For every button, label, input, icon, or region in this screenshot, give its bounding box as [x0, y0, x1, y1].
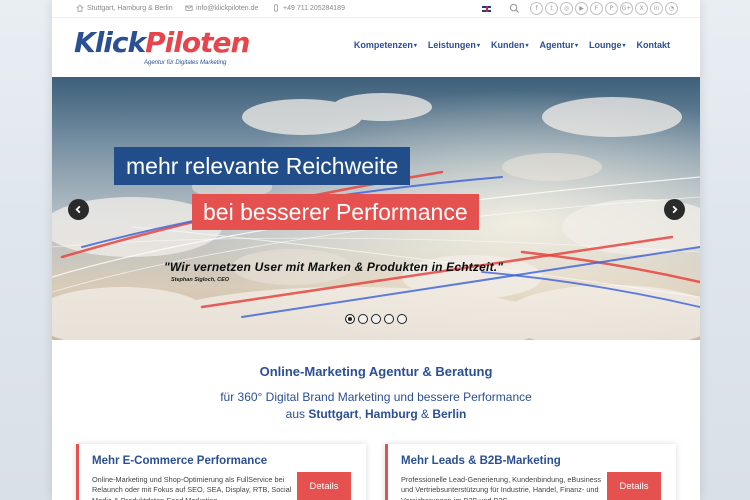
details-button[interactable]: Details	[607, 472, 661, 500]
logo-wordmark: KlickPiloten	[74, 26, 250, 60]
mail-icon	[185, 5, 193, 11]
nav-item-leistungen[interactable]: Leistungen ▾	[428, 40, 480, 50]
card-text: Professionelle Lead-Generierung, Kundenb…	[401, 475, 601, 500]
nav-item-kompetenzen[interactable]: Kompetenzen ▾	[354, 40, 417, 50]
chevron-right-icon	[672, 205, 678, 214]
logo-tagline: Agentur für Digitales Marketing	[144, 60, 227, 66]
phone-info[interactable]: +49 711 205284189	[272, 4, 345, 12]
logo-part-klick: Klick	[74, 26, 146, 59]
service-card: Mehr E-Commerce Performance Online-Marke…	[76, 444, 366, 500]
logo-part-piloten: Piloten	[145, 26, 250, 59]
slider-dot[interactable]	[358, 314, 368, 324]
hero-headline-1: mehr relevante Reichweite	[114, 147, 411, 185]
main-nav: Kompetenzen ▾ Leistungen ▾ Kunden ▾ Agentur ▾ Lo…	[354, 40, 670, 50]
top-bar: Stuttgart, Hamburg & Berlin info@klickpi…	[52, 0, 700, 18]
card-title: Mehr E-Commerce Performance	[92, 455, 268, 467]
city-stuttgart: Stuttgart	[308, 407, 359, 421]
xing-icon[interactable]: X	[635, 2, 648, 15]
locations-separator: ,	[358, 407, 365, 421]
nav-item-label: Kontakt	[636, 40, 671, 50]
foursquare-icon[interactable]: F	[590, 2, 603, 15]
intro-title: Online-Marketing Agentur & Beratung	[259, 364, 493, 379]
slider-next-button[interactable]	[664, 199, 685, 220]
email-link[interactable]: info@klickpiloten.de	[196, 5, 258, 12]
hero-slider: mehr relevante Reichweite bei besserer P…	[52, 77, 700, 340]
intro-locations: aus Stuttgart, Hamburg & Berlin	[52, 407, 700, 421]
chevron-down-icon: ▾	[476, 42, 480, 49]
twitter-icon[interactable]: t	[545, 2, 558, 15]
slider-dot[interactable]	[384, 314, 394, 324]
nav-item-label: Kompetenzen	[353, 40, 413, 50]
slider-dot[interactable]	[371, 314, 381, 324]
locations-separator: &	[417, 407, 433, 421]
locations-prefix: aus	[285, 407, 309, 421]
nav-item-label: Leistungen	[427, 40, 476, 50]
service-card: Mehr Leads & B2B-Marketing Professionell…	[385, 444, 676, 500]
nav-item-agentur[interactable]: Agentur ▾	[539, 40, 578, 50]
home-icon	[76, 4, 84, 12]
nav-item-kunden[interactable]: Kunden ▾	[491, 40, 529, 50]
chevron-left-icon	[75, 205, 81, 214]
chevron-down-icon: ▾	[622, 42, 626, 49]
logo[interactable]: KlickPiloten Agentur für Digitales Marke…	[74, 26, 250, 70]
nav-item-kontakt[interactable]: Kontakt	[637, 40, 671, 50]
googleplus-icon[interactable]: G+	[620, 2, 633, 15]
chevron-down-icon: ▾	[525, 42, 529, 49]
nav-item-label: Kunden	[490, 40, 525, 50]
slider-pagination	[345, 314, 407, 324]
hero-quote-author: Stephan Sigloch, CEO	[171, 277, 230, 283]
search-icon[interactable]	[509, 3, 520, 14]
instagram-icon[interactable]: ◎	[560, 2, 573, 15]
linkedin-icon[interactable]: in	[650, 2, 663, 15]
nav-item-label: Lounge	[588, 40, 622, 50]
card-title: Mehr Leads & B2B-Marketing	[401, 455, 561, 467]
phone-link[interactable]: +49 711 205284189	[283, 5, 345, 12]
chevron-down-icon: ▾	[574, 42, 578, 49]
rss-icon[interactable]: ◔	[665, 2, 678, 15]
phone-icon	[274, 4, 278, 12]
details-button[interactable]: Details	[297, 472, 351, 500]
site-header: KlickPiloten Agentur für Digitales Marke…	[52, 18, 700, 77]
pinterest-icon[interactable]: P	[605, 2, 618, 15]
slider-prev-button[interactable]	[68, 199, 89, 220]
youtube-icon[interactable]: ▶	[575, 2, 588, 15]
card-text: Online-Marketing und Shop-Optimierung al…	[92, 475, 292, 500]
address-info: Stuttgart, Hamburg & Berlin	[76, 4, 173, 12]
intro-section: Online-Marketing Agentur & Beratung für …	[52, 340, 700, 440]
address-text: Stuttgart, Hamburg & Berlin	[87, 4, 173, 12]
city-berlin: Berlin	[432, 407, 467, 421]
hero-quote: "Wir vernetzen User mit Marken & Produkt…	[164, 260, 504, 274]
nav-item-label: Agentur	[539, 40, 574, 50]
social-links: f t ◎ ▶ F P G+ Xin ◔	[530, 2, 678, 15]
hero-headline-2: bei besserer Performance	[192, 194, 479, 230]
slider-dot[interactable]	[397, 314, 407, 324]
chevron-down-icon: ▾	[413, 42, 417, 49]
nav-item-lounge[interactable]: Lounge ▾	[589, 40, 626, 50]
city-hamburg: Hamburg	[365, 407, 418, 421]
facebook-icon[interactable]: f	[530, 2, 543, 15]
email-info[interactable]: info@klickpiloten.de	[185, 4, 258, 12]
slider-dot[interactable]	[345, 314, 355, 324]
language-flag-icon[interactable]	[482, 6, 491, 12]
page-container: Stuttgart, Hamburg & Berlin info@klickpi…	[52, 0, 700, 500]
intro-subtitle: für 360° Digital Brand Marketing und bes…	[220, 390, 532, 404]
